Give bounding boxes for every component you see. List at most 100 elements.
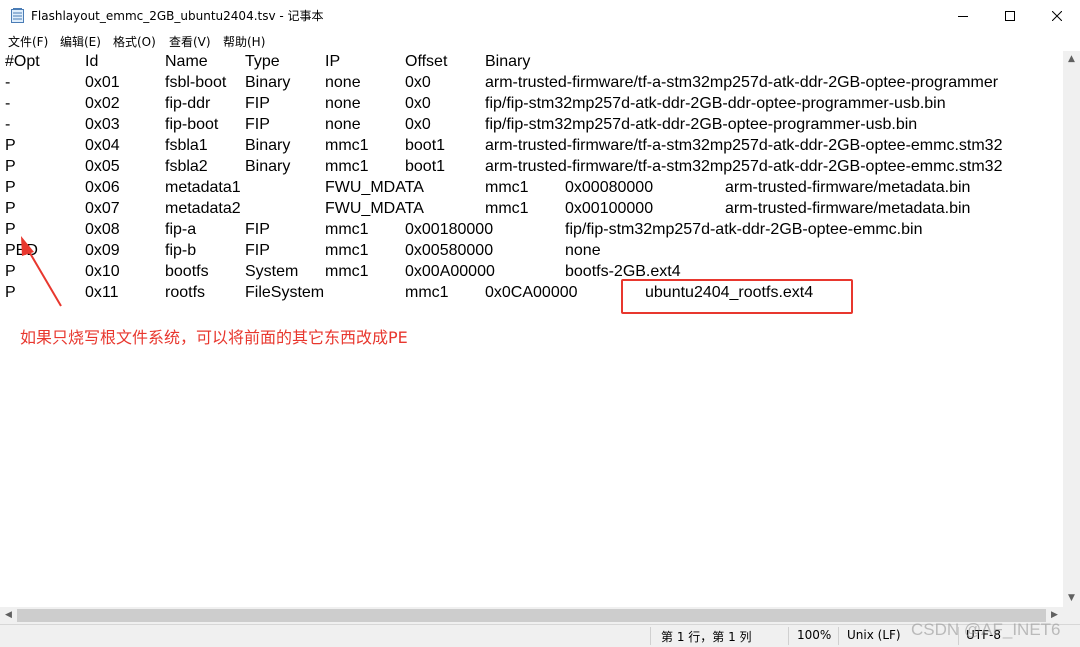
text-field: arm-trusted-firmware/tf-a-stm32mp257d-at… [485,158,1003,175]
text-field: P [5,221,16,238]
text-field: none [565,242,601,259]
text-field: 0x09 [85,242,120,259]
text-line: PED 0x09 fip-b FIP mmc1 0x00580000 none [0,240,1063,261]
text-field: mmc1 [325,137,369,154]
close-icon [1052,10,1062,21]
text-field: mmc1 [485,179,529,196]
text-field: none [325,95,361,112]
text-line: P 0x06 metadata1 FWU_MDATA mmc1 0x00080000 arm… [0,177,1063,198]
menu-view[interactable]: 查看(V) [169,33,211,50]
text-field: mmc1 [325,242,369,259]
menu-format[interactable]: 格式(O) [113,33,156,50]
text-field: mmc1 [325,263,369,280]
maximize-button[interactable] [987,0,1033,31]
text-field: 0x00180000 [405,221,494,238]
line-ending: Unix (LF) [847,628,901,642]
text-field: 0x04 [85,137,120,154]
text-field: none [325,116,361,133]
highlight-box [621,279,853,314]
scroll-left-icon[interactable]: ◀ [0,607,17,624]
text-field: fip-ddr [165,95,211,112]
cursor-position: 第 1 行，第 1 列 [661,630,752,644]
text-field: 0x00080000 [565,179,654,196]
text-field: FWU_MDATA [325,179,424,196]
scroll-corner [1063,607,1080,624]
menu-help[interactable]: 帮助(H) [223,33,265,50]
text-line: P 0x10 bootfs System mmc1 0x00A00000 bootfs-2G… [0,261,1063,282]
notepad-icon [11,8,24,23]
text-field: FIP [245,116,270,133]
menu-bar: 文件(F) 编辑(E) 格式(O) 查看(V) 帮助(H) [0,31,1080,51]
text-field: Offset [405,53,448,70]
text-field: P [5,263,16,280]
text-field: boot1 [405,137,446,154]
menu-file[interactable]: 文件(F) [8,33,48,50]
text-field: boot1 [405,158,446,175]
menu-edit[interactable]: 编辑(E) [60,33,101,50]
text-field: arm-trusted-firmware/metadata.bin [725,200,971,217]
text-field: P [5,179,16,196]
text-field: - [5,95,11,112]
text-field: Binary [245,137,291,154]
text-field: 0x02 [85,95,120,112]
text-field: 0x05 [85,158,120,175]
close-button[interactable] [1034,0,1080,31]
text-field: - [5,74,11,91]
maximize-icon [1005,10,1015,21]
text-field: 0x00100000 [565,200,654,217]
text-line: - 0x02 fip-ddr FIP none 0x0 fip/fip-stm32mp257… [0,93,1063,114]
text-field: arm-trusted-firmware/tf-a-stm32mp257d-at… [485,74,999,91]
text-field: mmc1 [405,284,449,301]
text-field: mmc1 [325,221,369,238]
text-field: mmc1 [485,200,529,217]
text-field: 0x10 [85,263,120,280]
text-field: 0x0CA00000 [485,284,578,301]
text-field: fip/fip-stm32mp257d-atk-ddr-2GB-ddr-opte… [485,95,946,112]
text-line: P 0x07 metadata2 FWU_MDATA mmc1 0x00100000 arm… [0,198,1063,219]
text-field: fip-b [165,242,197,259]
text-field: none [325,74,361,91]
text-field: FIP [245,221,270,238]
text-field: fip-a [165,221,197,238]
text-field: Type [245,53,280,70]
text-field: rootfs [165,284,206,301]
text-field: #Opt [5,53,40,70]
horizontal-scrollbar[interactable]: ◀ ▶ [0,607,1063,624]
text-field: Id [85,53,99,70]
zoom-level: 100% [797,628,832,642]
text-field: 0x0 [405,74,431,91]
text-field: Name [165,53,208,70]
text-field: FWU_MDATA [325,200,424,217]
text-line: P 0x11 rootfs FileSystem mmc1 0x0CA00000 ubunt… [0,282,1063,303]
text-field: P [5,284,16,301]
text-field: fip-boot [165,116,219,133]
text-line: - 0x03 fip-boot FIP none 0x0 fip/fip-stm32mp25… [0,114,1063,135]
scroll-up-icon[interactable]: ▲ [1063,51,1080,68]
status-divider [838,627,839,645]
text-field: 0x00580000 [405,242,494,259]
text-field: FIP [245,242,270,259]
text-field: fsbla2 [165,158,208,175]
status-divider [650,627,651,645]
annotation-note: 如果只烧写根文件系统，可以将前面的其它东西改成PE [20,328,408,347]
minimize-icon [958,15,968,17]
text-field: 0x07 [85,200,120,217]
text-field: fip/fip-stm32mp257d-atk-ddr-2GB-optee-em… [565,221,923,238]
text-field: mmc1 [325,158,369,175]
status-divider [788,627,789,645]
watermark: CSDN @AF_INET6 [911,620,1061,639]
text-field: 0x01 [85,74,120,91]
text-field: arm-trusted-firmware/metadata.bin [725,179,971,196]
minimize-button[interactable] [940,0,986,31]
text-field: P [5,158,16,175]
horizontal-scroll-thumb[interactable] [17,609,1046,622]
text-field: fsbla1 [165,137,208,154]
text-field: bootfs [165,263,209,280]
vertical-scrollbar[interactable]: ▲ ▼ [1063,51,1080,607]
text-line: P 0x05 fsbla2 Binary mmc1 boot1 arm-trusted-fi… [0,156,1063,177]
text-field: Binary [245,158,291,175]
text-field: 0x11 [85,284,119,301]
text-field: metadata2 [165,200,241,217]
text-line: P 0x04 fsbla1 Binary mmc1 boot1 arm-trusted-fi… [0,135,1063,156]
scroll-down-icon[interactable]: ▼ [1063,590,1080,607]
